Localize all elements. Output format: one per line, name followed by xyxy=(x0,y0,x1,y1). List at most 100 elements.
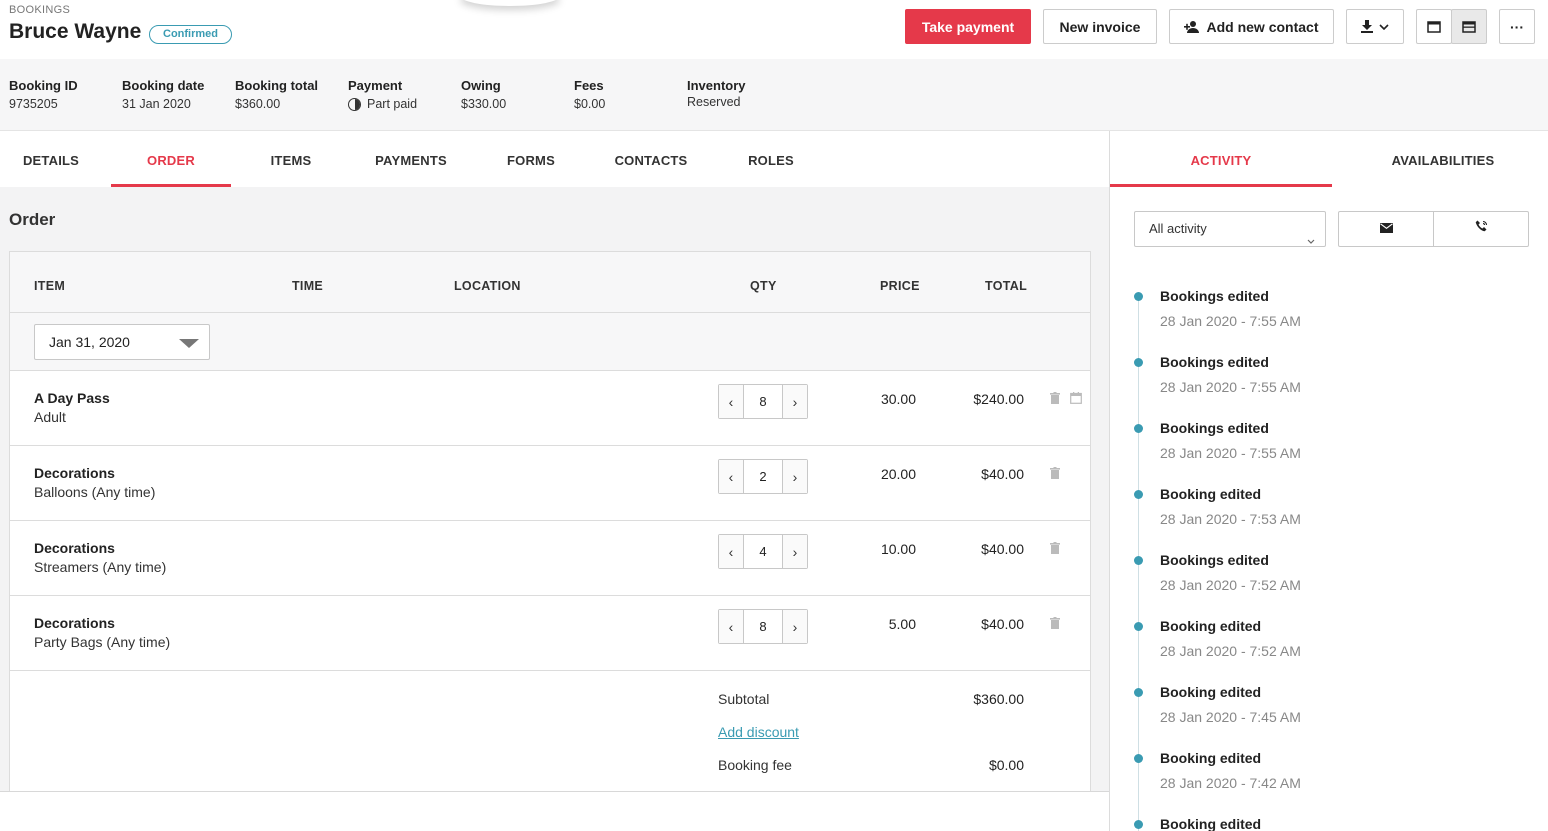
table-row: Decorations Streamers (Any time) ‹ 4 › 1… xyxy=(10,521,1090,596)
activity-title: Bookings edited xyxy=(1160,420,1269,436)
tab-roles[interactable]: ROLES xyxy=(711,131,831,187)
subtotal-value: $360.00 xyxy=(973,691,1024,707)
summary-inventory: Inventory Reserved xyxy=(687,78,746,109)
increment-button[interactable]: › xyxy=(782,460,807,493)
summary-booking-total: Booking total $360.00 xyxy=(235,78,318,111)
part-paid-icon xyxy=(348,97,361,111)
decrement-button[interactable]: ‹ xyxy=(719,385,744,418)
tab-details[interactable]: DETAILS xyxy=(0,131,111,187)
booking-tabs: DETAILS ORDER ITEMS PAYMENTS FORMS CONTA… xyxy=(0,131,1109,187)
activity-item[interactable]: Booking edited 28 Jan 2020 - 7:52 AM xyxy=(1110,618,1548,684)
activity-time: 28 Jan 2020 - 7:42 AM xyxy=(1160,775,1301,791)
tab-forms[interactable]: FORMS xyxy=(471,131,591,187)
tab-items[interactable]: ITEMS xyxy=(231,131,351,187)
summary-label: Booking total xyxy=(235,78,319,93)
activity-item[interactable]: Booking edited 28 Jan 2020 - 7:53 AM xyxy=(1110,486,1548,552)
activity-item[interactable]: Bookings edited 28 Jan 2020 - 7:55 AM xyxy=(1110,288,1548,354)
new-invoice-button[interactable]: New invoice xyxy=(1043,9,1157,44)
calendar-icon[interactable] xyxy=(1070,391,1082,409)
increment-button[interactable]: › xyxy=(782,610,807,643)
activity-time: 28 Jan 2020 - 7:55 AM xyxy=(1160,445,1301,461)
add-discount-link[interactable]: Add discount xyxy=(718,724,799,740)
item-name: A Day Pass xyxy=(34,390,110,406)
summary-value: $360.00 xyxy=(235,97,281,111)
summary-value: 31 Jan 2020 xyxy=(122,97,191,111)
activity-time: 28 Jan 2020 - 7:55 AM xyxy=(1160,313,1301,329)
tab-availabilities[interactable]: AVAILABILITIES xyxy=(1332,131,1548,187)
breadcrumb[interactable]: BOOKINGS xyxy=(9,4,70,16)
increment-button[interactable]: › xyxy=(782,385,807,418)
activity-item[interactable]: Bookings edited 28 Jan 2020 - 7:55 AM xyxy=(1110,354,1548,420)
quantity-value[interactable]: 8 xyxy=(744,610,782,643)
phone-icon xyxy=(1475,220,1488,238)
quantity-value[interactable]: 4 xyxy=(744,535,782,568)
summary-value: $330.00 xyxy=(461,97,507,111)
activity-title: Booking edited xyxy=(1160,684,1262,700)
section-title: Order xyxy=(9,210,56,229)
item-price: 5.00 xyxy=(888,616,916,632)
page-header: BOOKINGS Bruce Wayne Confirmed Take paym… xyxy=(0,0,1548,59)
summary-value: 9735205 xyxy=(9,97,58,111)
trash-icon[interactable] xyxy=(1050,541,1060,559)
increment-button[interactable]: › xyxy=(782,535,807,568)
activity-title: Booking edited xyxy=(1160,618,1262,634)
timeline-dot xyxy=(1134,424,1143,433)
decrement-button[interactable]: ‹ xyxy=(719,535,744,568)
activity-title: Booking edited xyxy=(1160,816,1262,831)
summary-payment: Payment Part paid xyxy=(348,78,417,111)
quantity-stepper: ‹ 4 › xyxy=(718,534,808,569)
add-new-contact-label: Add new contact xyxy=(1206,18,1319,35)
split-pane-view-button[interactable] xyxy=(1451,9,1487,44)
summary-label: Inventory xyxy=(687,78,746,93)
subtotal-label: Subtotal xyxy=(718,691,770,707)
activity-item[interactable]: Bookings edited 28 Jan 2020 - 7:52 AM xyxy=(1110,552,1548,618)
tab-order[interactable]: ORDER xyxy=(111,131,231,187)
timeline-dot xyxy=(1134,358,1143,367)
quantity-value[interactable]: 8 xyxy=(744,385,782,418)
item-total: $240.00 xyxy=(973,391,1024,407)
timeline-dot xyxy=(1134,688,1143,697)
add-contact-icon xyxy=(1184,20,1200,34)
trash-icon[interactable] xyxy=(1050,616,1060,634)
more-icon: ··· xyxy=(1510,18,1524,35)
summary-label: Booking date xyxy=(122,78,205,93)
caret-down-icon xyxy=(179,339,199,348)
single-pane-view-button[interactable] xyxy=(1416,9,1452,44)
download-menu-button[interactable] xyxy=(1346,9,1404,44)
more-options-button[interactable]: ··· xyxy=(1499,9,1535,44)
item-price: 20.00 xyxy=(880,466,916,482)
decrement-button[interactable]: ‹ xyxy=(719,460,744,493)
activity-item[interactable]: Booking edited 28 Jan 2020 - 7:45 AM xyxy=(1110,684,1548,750)
table-header: ITEM TIME LOCATION QTY PRICE TOTAL xyxy=(10,252,1090,313)
trash-icon[interactable] xyxy=(1050,466,1060,484)
column-header-total: TOTAL xyxy=(985,279,1028,293)
phone-filter-button[interactable] xyxy=(1433,212,1528,246)
activity-item[interactable]: Bookings edited 28 Jan 2020 - 7:55 AM xyxy=(1110,420,1548,486)
trash-icon[interactable] xyxy=(1050,391,1060,409)
activity-item[interactable]: Booking edited xyxy=(1110,816,1548,831)
booking-fee-label: Booking fee xyxy=(718,757,792,773)
item-name: Decorations xyxy=(34,465,115,481)
decrement-button[interactable]: ‹ xyxy=(719,610,744,643)
item-name: Decorations xyxy=(34,615,115,631)
quantity-stepper: ‹ 2 › xyxy=(718,459,808,494)
email-filter-button[interactable] xyxy=(1339,212,1433,246)
quantity-stepper: ‹ 8 › xyxy=(718,609,808,644)
timeline-dot xyxy=(1134,556,1143,565)
tab-activity[interactable]: ACTIVITY xyxy=(1110,131,1332,187)
activity-item[interactable]: Booking edited 28 Jan 2020 - 7:42 AM xyxy=(1110,750,1548,816)
quantity-value[interactable]: 2 xyxy=(744,460,782,493)
page-title: Bruce Wayne xyxy=(9,20,142,43)
status-badge: Confirmed xyxy=(149,25,232,44)
date-select[interactable]: Jan 31, 2020 xyxy=(34,324,210,360)
add-new-contact-button[interactable]: Add new contact xyxy=(1169,9,1334,44)
take-payment-button[interactable]: Take payment xyxy=(905,9,1031,44)
tab-contacts[interactable]: CONTACTS xyxy=(591,131,711,187)
summary-value: Part paid xyxy=(348,97,417,111)
activity-filter-select[interactable]: All activity xyxy=(1134,211,1326,247)
chevron-down-icon xyxy=(1379,23,1389,30)
summary-label: Payment xyxy=(348,78,403,93)
summary-owing: Owing $330.00 xyxy=(461,78,506,111)
tab-payments[interactable]: PAYMENTS xyxy=(351,131,471,187)
item-price: 10.00 xyxy=(880,541,916,557)
